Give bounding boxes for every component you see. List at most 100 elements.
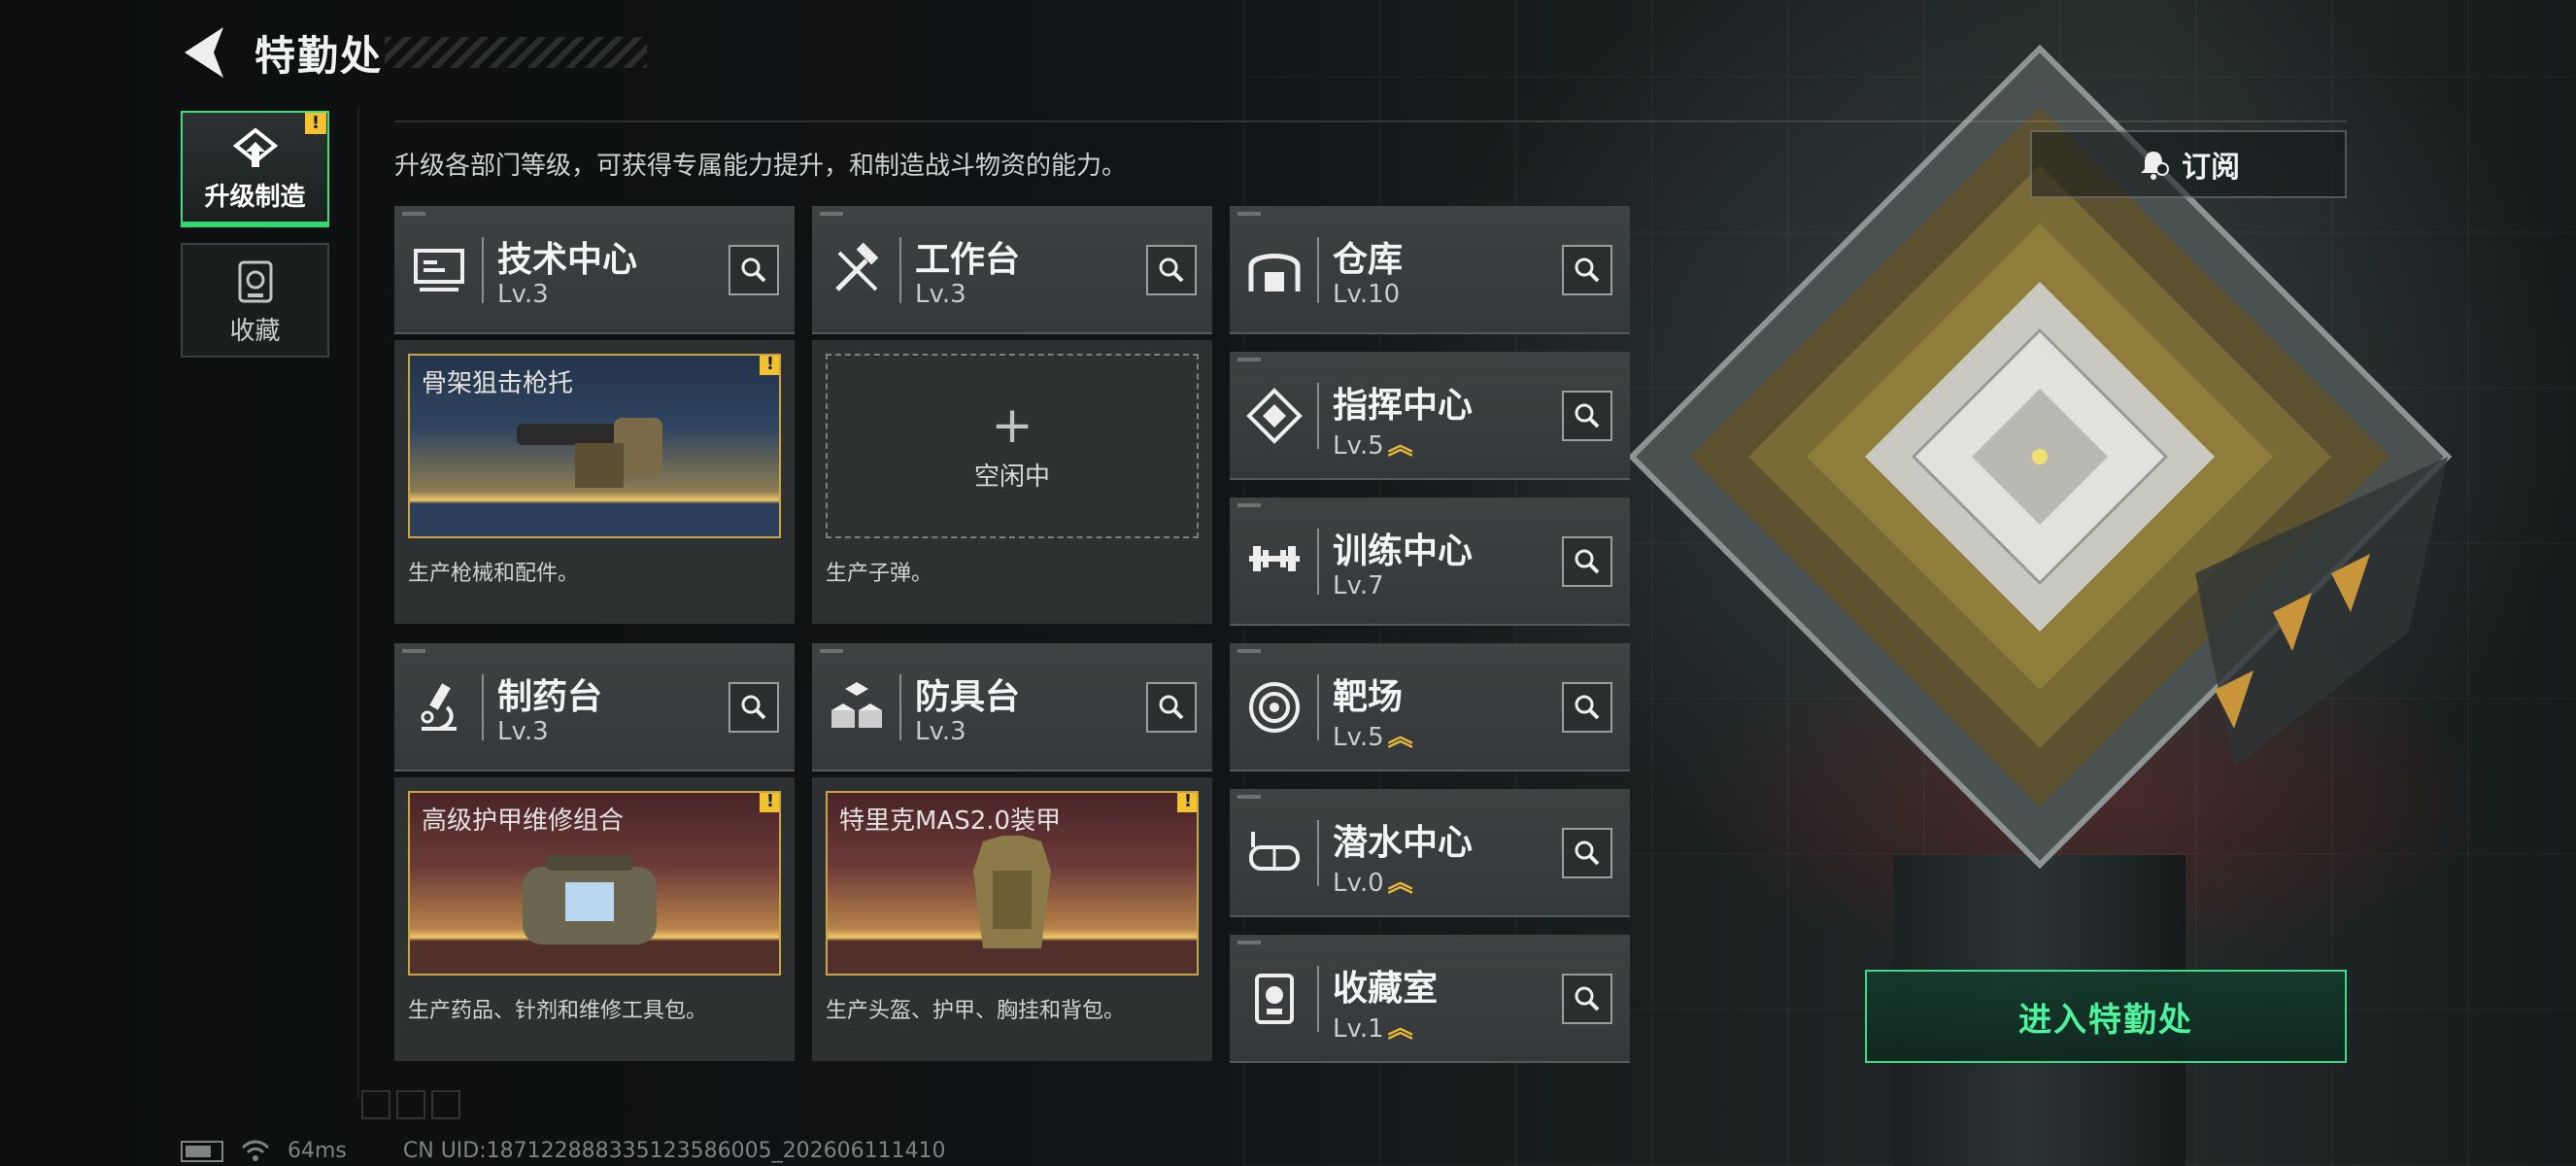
- upgrade-available-icon: ︽: [1387, 1014, 1413, 1044]
- search-button[interactable]: [1562, 828, 1612, 878]
- department-name: 训练中心: [1333, 532, 1474, 571]
- production-slot[interactable]: 特里克MAS2.0装甲 ! 生产头盔、护甲、胸挂和背包。: [812, 777, 1212, 1061]
- upgrade-available-icon: ︽: [1387, 869, 1413, 898]
- department-name: 工作台: [915, 240, 1021, 280]
- search-button[interactable]: [1562, 682, 1612, 733]
- search-button[interactable]: [1562, 245, 1612, 295]
- nav-tab-collection[interactable]: 收藏: [181, 243, 329, 358]
- ping-value: 64ms: [288, 1139, 347, 1163]
- corner-tag: [1237, 503, 1261, 507]
- decoration-squares: [361, 1090, 460, 1119]
- department-card-diving-center[interactable]: 潜水中心 Lv.0 ︽: [1230, 789, 1630, 917]
- idle-slot[interactable]: + 空闲中: [826, 354, 1199, 538]
- search-button[interactable]: [1562, 974, 1612, 1024]
- production-slot[interactable]: 高级护甲维修组合 ! 生产药品、针剂和维修工具包。: [394, 777, 795, 1061]
- separator: [482, 674, 484, 740]
- corner-tag: [1237, 941, 1261, 944]
- production-item-card[interactable]: 高级护甲维修组合 !: [408, 791, 781, 976]
- search-icon: [741, 257, 766, 283]
- nav-label: 升级制造: [204, 183, 306, 212]
- department-name: 收藏室: [1333, 969, 1439, 1009]
- production-slot-description: 生产药品、针剂和维修工具包。: [408, 999, 708, 1023]
- plus-icon: +: [991, 395, 1034, 455]
- search-icon: [1575, 549, 1600, 574]
- separator: [1317, 237, 1319, 303]
- search-button[interactable]: [1562, 536, 1612, 587]
- search-button[interactable]: [1562, 391, 1612, 441]
- cubes-icon: [831, 682, 882, 728]
- nav-label: 收藏: [229, 317, 281, 346]
- alert-badge: !: [305, 113, 326, 134]
- department-card-command-center[interactable]: 指挥中心 Lv.5 ︽: [1230, 352, 1630, 480]
- corner-tag: [1237, 358, 1261, 361]
- department-name: 防具台: [915, 677, 1021, 717]
- upgrade-manufacture-icon: [232, 128, 278, 167]
- department-level: Lv.0 ︽: [1333, 869, 1413, 898]
- search-button[interactable]: [1146, 245, 1197, 295]
- search-icon: [1575, 695, 1600, 720]
- department-card-warehouse[interactable]: 仓库 Lv.10: [1230, 206, 1630, 334]
- department-card-training-center[interactable]: 训练中心 Lv.7: [1230, 497, 1630, 626]
- separator: [482, 237, 484, 303]
- user-uid: CN UID:18712288833512358600​5_2026061114…: [402, 1139, 946, 1163]
- department-name: 技术中心: [497, 240, 638, 280]
- divider-horizontal: [394, 120, 2347, 122]
- department-level: Lv.3: [915, 280, 966, 309]
- production-item-name: 骨架狙击枪托: [422, 369, 574, 398]
- corner-tag: [1237, 649, 1261, 653]
- department-level: Lv.10: [1333, 280, 1401, 309]
- enter-special-ops-button[interactable]: 进入特勤处: [1865, 970, 2347, 1063]
- production-slot[interactable]: + 空闲中 生产子弹。: [812, 340, 1212, 624]
- search-button[interactable]: [1146, 682, 1197, 733]
- search-icon: [1159, 257, 1184, 283]
- department-card-workbench[interactable]: 工作台 Lv.3: [812, 206, 1212, 334]
- chip-icon: [1246, 388, 1303, 444]
- production-item-card[interactable]: 特里克MAS2.0装甲 !: [826, 791, 1199, 976]
- collection-icon: [1255, 974, 1294, 1024]
- production-slot-description: 生产枪械和配件。: [408, 562, 580, 586]
- department-card-shooting-range[interactable]: 靶场 Lv.5 ︽: [1230, 643, 1630, 772]
- separator: [899, 674, 901, 740]
- department-card-armor-bench[interactable]: 防具台 Lv.3: [812, 643, 1212, 772]
- department-card-pharmacy[interactable]: 制药台 Lv.3: [394, 643, 795, 772]
- nav-tab-upgrade-manufacture[interactable]: 升级制造 !: [181, 111, 329, 227]
- corner-tag: [1237, 212, 1261, 216]
- production-slot[interactable]: 骨架狙击枪托 ! 生产枪械和配件。: [394, 340, 795, 624]
- department-name: 仓库: [1333, 240, 1404, 280]
- search-button[interactable]: [729, 245, 779, 295]
- search-icon: [1575, 986, 1600, 1012]
- department-name: 制药台: [497, 677, 603, 717]
- subscribe-button[interactable]: 订阅: [2030, 130, 2347, 198]
- page-description: 升级各部门等级，可获得专属能力提升，和制造战斗物资的能力。: [394, 152, 1128, 181]
- battery-icon: [181, 1140, 223, 1162]
- department-level: Lv.1 ︽: [1333, 1014, 1413, 1044]
- search-icon: [1575, 840, 1600, 866]
- department-level: Lv.3: [497, 717, 549, 746]
- search-button[interactable]: [729, 682, 779, 733]
- department-card-collection-room[interactable]: 收藏室 Lv.1 ︽: [1230, 935, 1630, 1063]
- separator: [1317, 966, 1319, 1032]
- rifle-stock-image: [517, 418, 662, 488]
- status-bar: 64ms CN UID:18712288833512358600​5_20260…: [181, 1139, 946, 1163]
- department-level: Lv.5 ︽: [1333, 723, 1413, 752]
- search-icon: [1575, 403, 1600, 429]
- alert-badge: !: [760, 356, 779, 375]
- corner-tag: [402, 212, 425, 216]
- search-icon: [1159, 695, 1184, 720]
- enter-button-label: 进入特勤处: [2018, 1000, 2193, 1040]
- title-stripe-decoration: [385, 37, 647, 68]
- department-name: 潜水中心: [1333, 823, 1474, 863]
- idle-label: 空闲中: [973, 462, 1050, 492]
- production-slot-description: 生产头盔、护甲、胸挂和背包。: [826, 999, 1126, 1023]
- department-card-tech-center[interactable]: 技术中心 Lv.3: [394, 206, 795, 334]
- warehouse-icon: [1248, 254, 1301, 292]
- search-icon: [741, 695, 766, 720]
- back-icon[interactable]: [181, 23, 233, 82]
- repair-kit-bag-image: [523, 855, 657, 944]
- collection-icon: [238, 260, 272, 303]
- department-level: Lv.5 ︽: [1333, 431, 1413, 461]
- upgrade-available-icon: ︽: [1387, 723, 1413, 752]
- tools-icon: [835, 242, 879, 292]
- production-item-card[interactable]: 骨架狙击枪托 !: [408, 354, 781, 538]
- corner-tag: [820, 212, 843, 216]
